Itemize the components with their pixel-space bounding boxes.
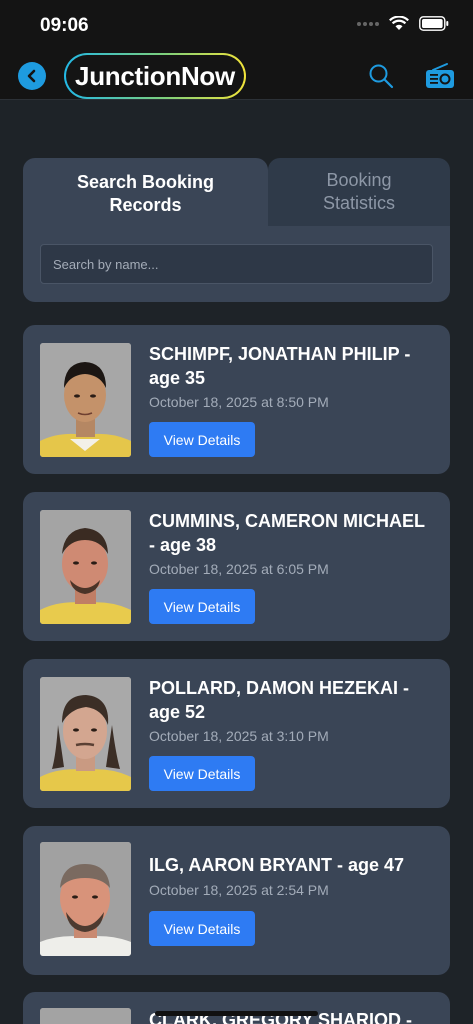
booking-card: ILG, AARON BRYANT - age 47 October 18, 2… xyxy=(23,826,450,975)
chevron-left-icon xyxy=(27,69,36,83)
mugshot-image xyxy=(40,1008,131,1024)
search-input[interactable] xyxy=(40,244,433,284)
record-date: October 18, 2025 at 2:54 PM xyxy=(149,882,329,898)
view-details-button[interactable]: View Details xyxy=(149,911,255,946)
back-button[interactable] xyxy=(18,62,46,90)
mugshot-image xyxy=(40,510,131,624)
tab-search-booking-records[interactable]: Search Booking Records xyxy=(23,158,268,230)
view-details-button[interactable]: View Details xyxy=(149,422,255,457)
booking-card: POLLARD, DAMON HEZEKAI - age 52 October … xyxy=(23,659,450,808)
home-indicator xyxy=(155,1011,318,1016)
booking-card: CLARK, GREGORY SHARIOD - xyxy=(23,992,450,1024)
junctionnow-logo[interactable]: JunctionNow xyxy=(64,53,246,99)
mugshot-image xyxy=(40,343,131,457)
cellular-signal-icon xyxy=(357,21,379,26)
booking-tabs: Search Booking Records Booking Statistic… xyxy=(23,158,450,230)
mugshot-image xyxy=(40,842,131,956)
record-name: ILG, AARON BRYANT - age 47 xyxy=(149,855,405,875)
logo-text: JunctionNow xyxy=(66,55,244,97)
record-date: October 18, 2025 at 3:10 PM xyxy=(149,728,329,744)
search-panel xyxy=(23,226,450,302)
mugshot-image xyxy=(40,677,131,791)
status-bar: 09:06 xyxy=(0,0,473,52)
record-date: October 18, 2025 at 6:05 PM xyxy=(149,561,329,577)
search-icon[interactable] xyxy=(368,63,394,89)
app-header: JunctionNow xyxy=(0,52,473,100)
view-details-button[interactable]: View Details xyxy=(149,756,255,791)
record-date: October 18, 2025 at 8:50 PM xyxy=(149,394,329,410)
wifi-icon xyxy=(389,16,409,30)
record-name: POLLARD, DAMON HEZEKAI - age 52 xyxy=(149,678,409,722)
record-name: CUMMINS, CAMERON MICHAEL - age 38 xyxy=(149,511,425,555)
status-time: 09:06 xyxy=(40,15,89,36)
radio-icon[interactable] xyxy=(425,62,455,90)
battery-icon xyxy=(419,16,449,31)
tab-booking-statistics[interactable]: Booking Statistics xyxy=(268,158,450,226)
booking-card: CUMMINS, CAMERON MICHAEL - age 38 Octobe… xyxy=(23,492,450,641)
record-name: SCHIMPF, JONATHAN PHILIP - age 35 xyxy=(149,344,411,388)
status-icons xyxy=(357,16,449,31)
booking-card: SCHIMPF, JONATHAN PHILIP - age 35 Octobe… xyxy=(23,325,450,474)
view-details-button[interactable]: View Details xyxy=(149,589,255,624)
